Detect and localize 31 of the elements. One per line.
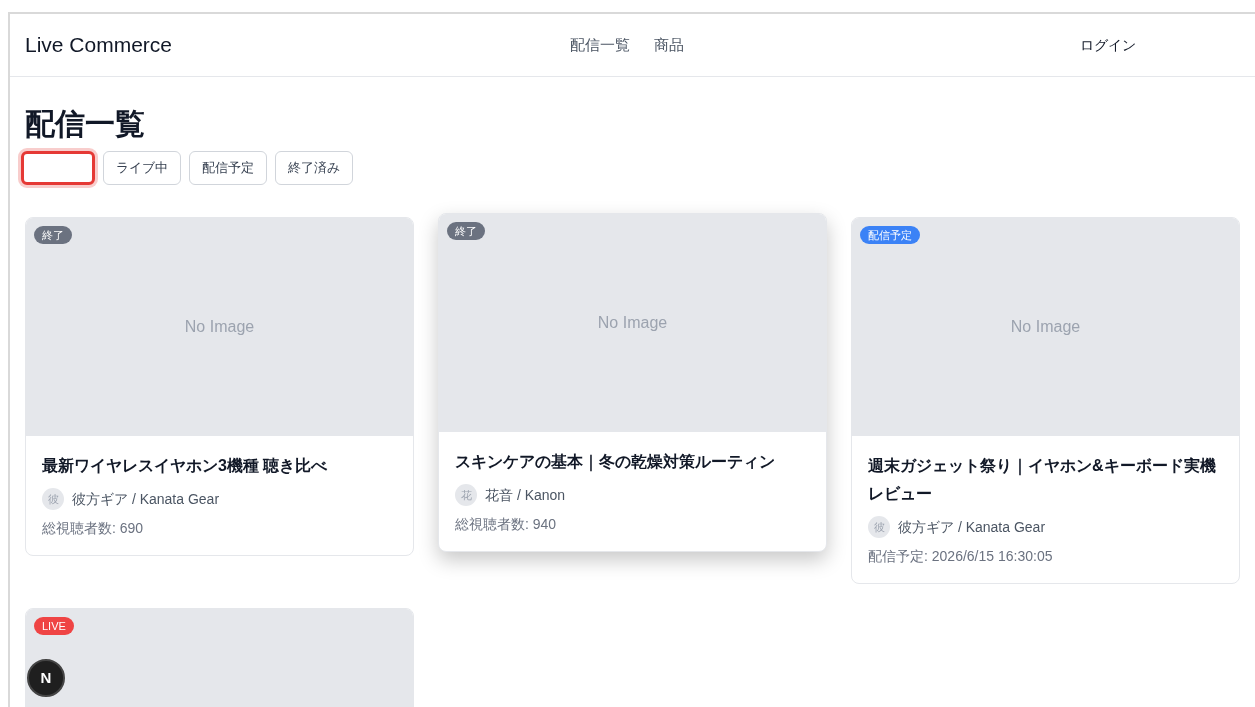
page-title: 配信一覧 <box>25 106 146 142</box>
no-image-text: No Image <box>184 317 255 337</box>
streamer-name: 花音 / Kanon <box>485 485 566 505</box>
status-badge: 終了 <box>447 222 485 240</box>
stream-meta: 配信予定: 2026/6/15 16:30:05 <box>868 547 1054 566</box>
streamer-avatar: 彼 <box>868 516 890 538</box>
status-badge: 配信予定 <box>860 226 920 244</box>
streamer-name: 彼方ギア / Kanata Gear <box>72 489 220 509</box>
filter-button[interactable] <box>21 151 95 185</box>
site-logo[interactable]: Live Commerce <box>25 29 570 61</box>
filter-button[interactable]: 終了済み <box>275 151 353 185</box>
stream-card[interactable]: 終了 No Image 最新ワイヤレスイヤホン3機種 聴き比べ 彼 彼方ギア / Kanata Gear 総視聴者数: 690 <box>25 217 414 556</box>
no-image-text: No Image <box>597 313 668 333</box>
stream-title: 週末ガジェット祭り｜イヤホン&キーボード実機レビュー <box>868 456 1217 504</box>
streamer-avatar: 彼 <box>42 488 64 510</box>
login-link[interactable]: ログイン <box>1080 34 1136 56</box>
stream-card[interactable]: 終了 No Image スキンケアの基本｜冬の乾燥対策ルーティン 花 花音 / Kanon 総視聴者数: 940 <box>438 213 827 552</box>
streamer-avatar: 花 <box>455 484 477 506</box>
no-image-text: No Image <box>1010 317 1081 337</box>
nav-link[interactable]: 配信一覧 <box>570 33 630 57</box>
stream-title: 最新ワイヤレスイヤホン3機種 聴き比べ <box>42 456 329 476</box>
status-badge: LIVE <box>34 617 74 635</box>
stream-meta: 総視聴者数: 690 <box>42 519 145 538</box>
filter-button[interactable]: 配信予定 <box>189 151 267 185</box>
streamer-name: 彼方ギア / Kanata Gear <box>898 517 1046 537</box>
status-badge: 終了 <box>34 226 72 244</box>
stream-meta: 総視聴者数: 940 <box>455 515 558 534</box>
filter-button[interactable]: ライブ中 <box>103 151 181 185</box>
stream-card[interactable]: 配信予定 No Image 週末ガジェット祭り｜イヤホン&キーボード実機レビュー 彼 彼方ギア / Kanata Gear 配信予定: 2026/6/15 16:30:05 <box>851 217 1240 584</box>
nav-link[interactable]: 商品 <box>654 33 684 57</box>
stream-title: スキンケアの基本｜冬の乾燥対策ルーティン <box>455 452 776 474</box>
